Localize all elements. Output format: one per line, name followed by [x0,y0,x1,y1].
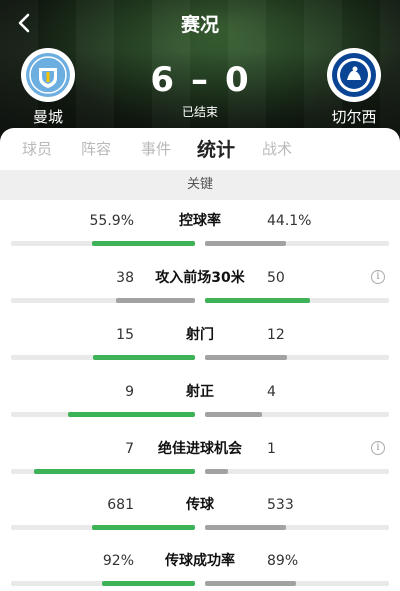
home-stat-bar [92,241,195,246]
tab-bar: 球员 阵容 事件 统计 战术 [0,128,400,170]
away-stat-value: 44.1% [267,213,312,229]
away-team-name: 切尔西 [331,108,377,126]
away-stat-bar [205,581,296,586]
home-stat-bar [34,469,195,474]
away-stat-value: 533 [267,497,294,513]
match-header: 赛况 曼城 6–0 已结束 切尔西 [0,0,400,145]
home-stat-bar-track [11,412,195,417]
score-separator: – [191,60,209,100]
away-stat-value: 1 [267,441,276,457]
stat-label: 绝佳进球机会 [158,441,242,457]
stat-row: 7 绝佳进球机会 1 i [0,440,400,497]
away-stat-bar [205,412,262,417]
away-stat-bar-track [205,412,389,417]
home-stat-bar [102,581,195,586]
home-stat-value: 55.9% [89,213,134,229]
stat-label: 控球率 [179,213,221,229]
tab-statistics[interactable]: 统计 [197,135,235,162]
away-stat-bar [205,298,310,303]
chelsea-crest-icon [327,48,381,102]
away-team[interactable]: 切尔西 [322,48,386,127]
away-stat-bar-track [205,355,389,360]
stat-label: 射门 [186,327,214,343]
away-stat-bar-track [205,581,389,586]
home-stat-bar-track [11,241,195,246]
away-stat-value: 50 [267,270,285,286]
info-icon[interactable]: i [371,270,385,284]
page-title: 赛况 [180,14,219,36]
stat-label: 射正 [186,384,214,400]
home-score: 6 [150,60,175,100]
tab-players[interactable]: 球员 [22,138,52,159]
home-stat-value: 92% [102,553,134,569]
stat-label: 攻入前场30米 [155,270,245,286]
stat-row: 15 射门 12 [0,326,400,383]
away-stat-bar-track [205,525,389,530]
away-stat-bar [205,525,286,530]
tab-tactics[interactable]: 战术 [262,138,292,159]
away-stat-bar-track [205,241,389,246]
away-stat-bar [205,469,228,474]
away-stat-value: 12 [267,327,285,343]
home-stat-bar-track [11,355,195,360]
away-stat-value: 89% [267,553,299,569]
stat-row: 55.9% 控球率 44.1% [0,212,400,269]
home-stat-value: 15 [116,327,134,343]
away-score: 0 [225,60,250,100]
home-stat-bar-track [11,581,195,586]
stat-row: 38 攻入前场30米 50 i [0,269,400,326]
away-stat-value: 4 [267,384,276,400]
info-icon[interactable]: i [371,441,385,455]
away-stat-bar-track [205,298,389,303]
home-stat-value: 9 [125,384,134,400]
home-stat-bar-track [11,469,195,474]
tab-events[interactable]: 事件 [141,138,171,159]
home-stat-bar [92,525,195,530]
home-stat-value: 38 [116,270,134,286]
home-stat-bar-track [11,525,195,530]
away-stat-bar [205,241,286,246]
stat-label: 传球 [186,497,214,513]
home-stat-bar [68,412,195,417]
home-stat-value: 7 [125,441,134,457]
stat-label: 传球成功率 [165,553,235,569]
home-stat-bar-track [11,298,195,303]
away-stat-bar-track [205,469,389,474]
home-stat-value: 681 [107,497,134,513]
home-stat-bar [93,355,195,360]
section-header: 关键 [0,170,400,200]
stat-row: 9 射正 4 [0,383,400,440]
tab-lineup[interactable]: 阵容 [81,138,111,159]
stats-sheet: 球员 阵容 事件 统计 战术 关键 55.9% 控球率 44.1% 38 攻入前场30米… [0,128,400,591]
stat-row: 681 传球 533 [0,496,400,553]
stat-row: 92% 传球成功率 89% [0,552,400,591]
home-stat-bar [116,298,195,303]
away-stat-bar [205,355,287,360]
